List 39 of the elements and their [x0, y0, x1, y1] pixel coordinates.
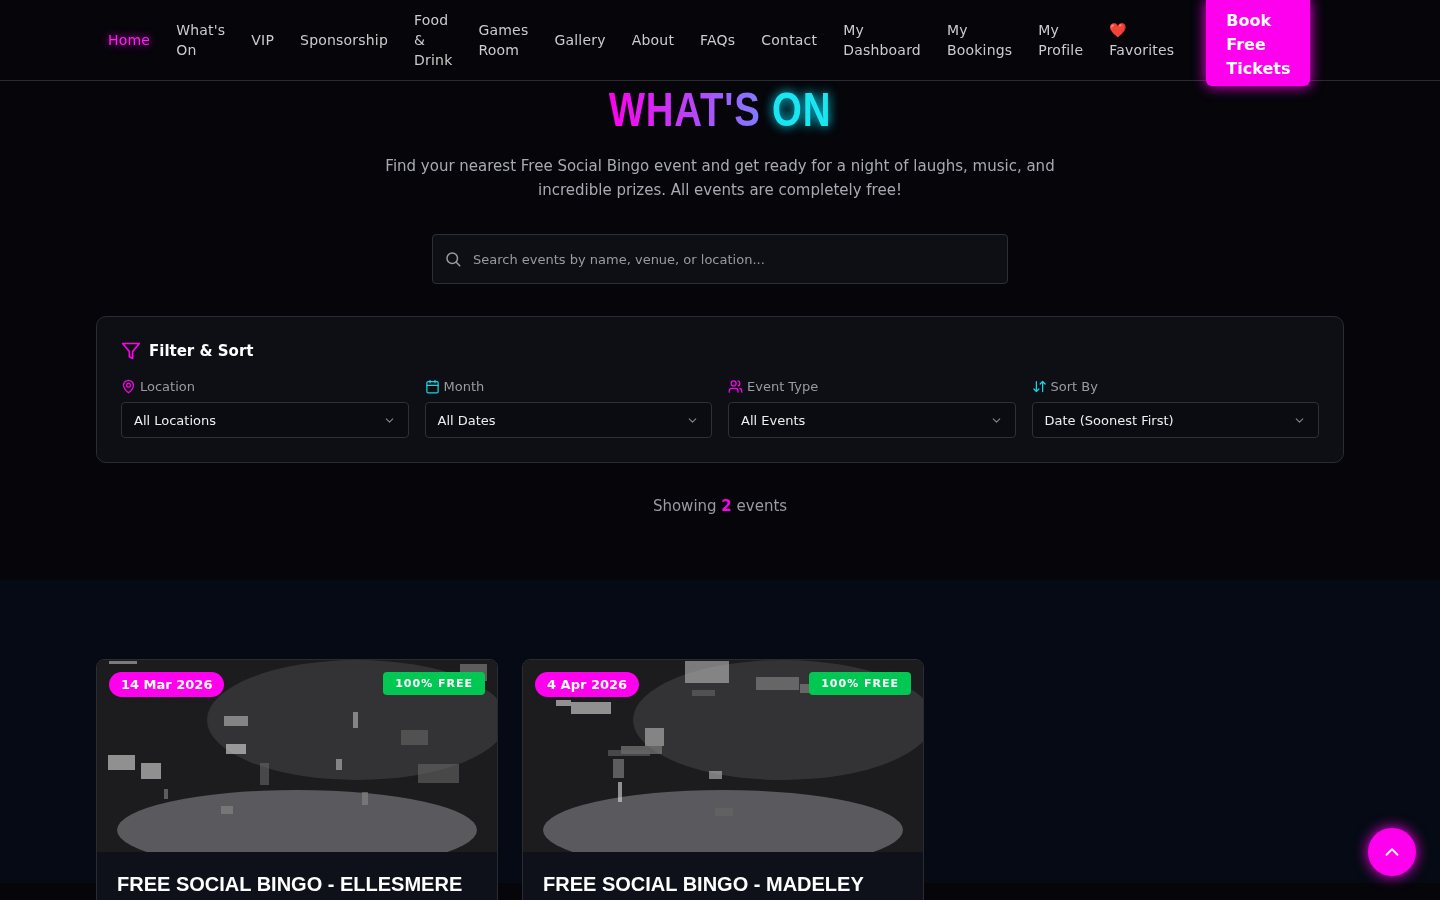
nav-link[interactable]: Home	[108, 30, 151, 50]
dropdown[interactable]: All Events	[728, 402, 1016, 438]
date-badge: 4 Apr 2026	[535, 672, 640, 697]
results-count: Showing 2 events	[651, 497, 789, 515]
calendar-icon	[424, 379, 440, 394]
field-label: Location	[140, 379, 195, 394]
nav-link[interactable]: What's On	[176, 20, 226, 60]
panel-title: Filter & Sort	[149, 342, 254, 360]
field-label: Month	[443, 379, 485, 394]
event-card[interactable]: 14 Mar 2026 100% FREE FREE SOCIAL BINGO - ELLESMERE	[96, 659, 498, 900]
nav-link[interactable]: About	[631, 30, 675, 50]
search-field[interactable]: Search events by name, venue, or location...	[432, 234, 1008, 284]
field-label: Sort By	[1050, 379, 1098, 394]
nav-link[interactable]: Food & Drink	[414, 10, 453, 70]
intro-text: Find your nearest Free Social Bingo event and get ready for a night of laughs, music, and incredible prizes. All events are completely free!	[384, 156, 1056, 201]
sort-icon	[1031, 379, 1047, 394]
filter-icon	[121, 341, 141, 361]
event-card[interactable]: 4 Apr 2026 100% FREE FREE SOCIAL BINGO - MADELEY	[522, 659, 924, 900]
people-icon	[728, 379, 743, 394]
nav-link[interactable]: My Dashboard	[843, 20, 921, 60]
nav-link[interactable]: My Profile	[1038, 20, 1084, 60]
event-title: FREE SOCIAL BINGO - MADELEY	[543, 872, 865, 896]
nav-link[interactable]: Games Room	[478, 20, 529, 60]
dropdown[interactable]: Date (Soonest First)	[1031, 402, 1319, 438]
nav-link[interactable]: Contact	[761, 30, 818, 50]
date-badge: 14 Mar 2026	[109, 672, 225, 697]
nav-link[interactable]: ❤ Favorites	[1109, 20, 1175, 60]
nav-link[interactable]: FAQs	[700, 30, 736, 50]
nav-link[interactable]: VIP	[251, 30, 275, 50]
free-badge: 100% FREE	[809, 672, 911, 695]
nav-link[interactable]: My Bookings	[946, 20, 1013, 60]
dropdown[interactable]: All Locations	[121, 402, 409, 438]
dropdown[interactable]: All Dates	[424, 402, 712, 438]
field-label: Event Type	[747, 379, 819, 394]
free-badge: 100% FREE	[383, 672, 485, 695]
nav-link[interactable]: Gallery	[554, 30, 606, 50]
nav-link[interactable]: Sponsorship	[300, 30, 389, 50]
pin-icon	[121, 379, 136, 394]
event-title: FREE SOCIAL BINGO - ELLESMERE	[117, 872, 464, 896]
